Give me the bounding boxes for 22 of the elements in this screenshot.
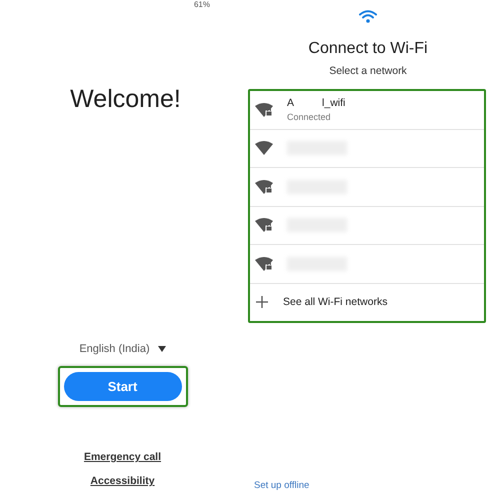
screen-title: Connect to Wi-Fi [308,40,428,58]
wifi-lock-icon [255,256,273,271]
link[interactable]: Emergency call [84,451,162,463]
plus-icon [255,295,269,310]
wifi-lock-icon [255,180,273,194]
wifi-icon [359,10,377,23]
link[interactable]: Accessibility [90,475,155,487]
screen-subtitle: Select a network [329,65,407,77]
language-text: English (India) [79,343,150,355]
wifi-icon [255,141,273,156]
wifi-lock-icon [255,102,273,117]
start-button[interactable]: Start [64,372,182,401]
dropdown-icon[interactable] [158,346,166,352]
setup-offline-link[interactable]: Set up offline [254,480,310,491]
see-all-item[interactable]: See all Wi-Fi networks [250,284,484,321]
wifi-lock-icon [255,218,273,232]
network-item[interactable]: A l_wifi Connected [250,91,484,130]
network-status: Connected [287,112,332,122]
network-name: A [287,97,294,110]
welcome-title: Welcome! [70,85,181,114]
network-name: l_wifi [322,97,346,110]
battery-text: 61% [194,0,210,9]
